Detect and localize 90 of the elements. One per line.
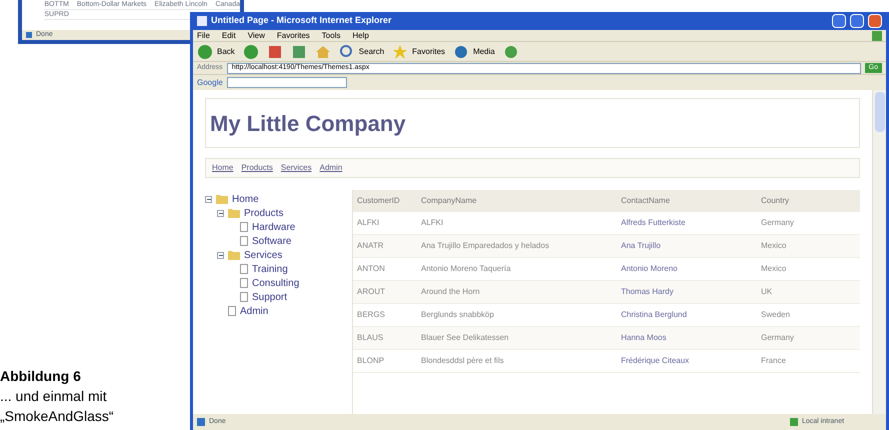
toolbar-button[interactable]: Favorites [392,44,446,60]
folder-icon [228,250,240,260]
table-cell-text: UK [760,286,774,298]
page-icon [26,32,32,38]
window-title: Untitled Page - Microsoft Internet Explorer [211,14,393,28]
table-cell-text: Mexico [760,263,788,275]
tree-item[interactable]: Consulting [252,276,300,290]
back-icon [197,44,213,60]
browser-icon [197,16,207,26]
caption-text: „SmokeAndGlass“ [0,407,115,426]
table-cell-text: ALFKI [420,217,444,229]
table-cell-text: BLAUS [356,332,384,344]
expander-icon[interactable] [217,210,224,216]
nav-link[interactable]: Products [241,162,273,174]
tree-item[interactable]: Services [244,248,282,262]
tree-item[interactable]: Home [232,192,259,206]
toolbar-button[interactable] [290,44,307,60]
tree-item[interactable]: Software [252,234,292,248]
menu-item[interactable]: Edit [222,30,236,42]
table-cell-text: Mexico [760,240,788,252]
table-cell-text: Antonio Moreno Taquería [420,263,512,275]
tree-item[interactable]: Hardware [252,220,296,234]
table-cell-text: BERGS [356,309,386,321]
column-header[interactable]: Country [757,195,860,207]
column-header[interactable]: ContactName [617,195,757,207]
table-cell-text: Alfreds Futterkiste [620,217,686,229]
tree-item[interactable]: Admin [240,304,268,318]
home-icon [314,44,331,60]
column-header[interactable]: CompanyName [417,195,617,207]
google-label: Google [197,76,223,88]
search-icon [338,44,355,60]
menu-item[interactable]: Favorites [276,30,310,42]
table-cell-text: ANTON [356,263,386,275]
table-cell-text: BLONP [356,355,386,367]
column-header[interactable]: CustomerID [353,195,417,207]
table-cell-text: Frédérique Citeaux [620,355,690,367]
menu-item[interactable]: Help [352,30,369,42]
table-cell-text: Hanna Moos [620,332,668,344]
menu-item[interactable]: View [248,30,265,42]
nav-link[interactable]: Services [280,162,312,174]
nav-link[interactable]: Admin [320,162,342,174]
menu-item[interactable]: File [197,30,210,42]
table-cell-text: Around the Horn [420,286,481,298]
toolbar-button[interactable]: Search [338,44,384,60]
page-icon [197,418,205,426]
maximize-button[interactable] [850,14,864,28]
table-cell-text: Ana Trujillo Emparedados y helados [420,240,550,252]
table-cell-text: Berglunds snabbköp [420,309,495,321]
tree-item[interactable]: Products [244,206,284,220]
menu-item[interactable]: Tools [322,30,340,42]
table-cell-text: France [760,355,787,367]
scrollbar[interactable] [872,90,886,414]
refresh-icon [290,44,307,60]
tree-item[interactable]: Support [252,290,288,304]
nav-link[interactable]: Home [212,162,234,174]
table-cell-text: Sweden [760,309,791,321]
table-cell-text: Germany [760,217,795,229]
table-cell-text: Christina Berglund [620,309,688,321]
table-cell-text: Blondesddsl père et fils [420,355,505,367]
toolbar-button[interactable] [242,44,259,60]
table-cell-text: Thomas Hardy [620,286,674,298]
windows-logo-icon [872,30,882,40]
table-cell-text: Antonio Moreno [620,263,678,275]
expander-icon[interactable] [205,196,212,202]
forward-icon [242,44,259,60]
tree-item[interactable]: Training [252,262,288,276]
folder-icon [228,208,240,218]
table-cell-text: Blauer See Delikatessen [420,332,510,344]
intranet-icon [790,418,798,426]
table-cell-text: ALFKI [356,217,380,229]
history-icon [502,44,519,60]
search-field[interactable] [226,77,347,88]
caption-title: Abbildung 6 [0,367,82,386]
toolbar-button[interactable] [502,44,519,60]
minimize-button[interactable] [832,14,846,28]
folder-icon [216,194,228,204]
expander-icon[interactable] [217,252,224,258]
toolbar-button[interactable] [266,44,283,60]
toolbar-button[interactable]: Media [453,44,495,60]
table-cell-text: AROUT [356,286,386,298]
favorites-icon [392,44,408,60]
table-cell-text: Ana Trujillo [620,240,662,252]
table-cell-text: Germany [760,332,795,344]
stop-icon [266,44,283,60]
close-button[interactable] [868,14,882,28]
caption-text: ... und einmal mit [0,387,108,406]
toolbar-button[interactable]: Back [197,44,235,60]
table-cell-text: ANATR [356,240,385,252]
page-heading: My Little Company [210,110,406,138]
media-icon [453,44,470,60]
